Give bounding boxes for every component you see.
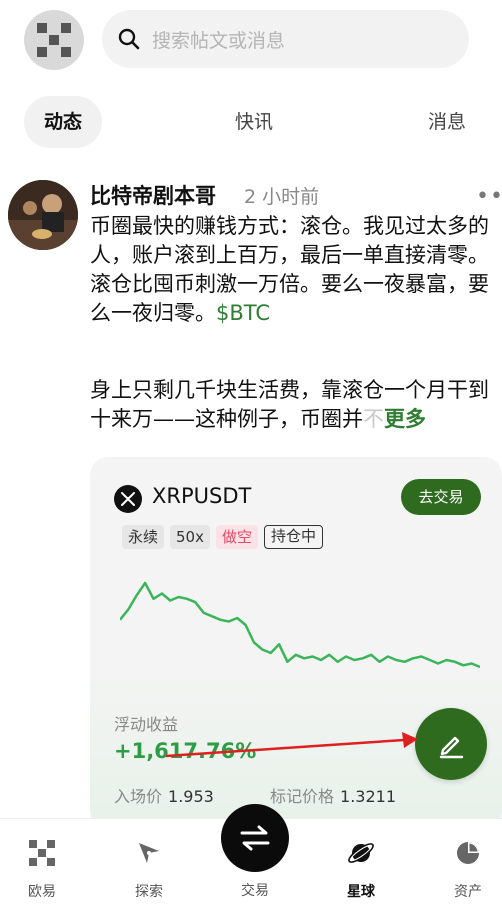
nav-trade-label: 交易	[241, 883, 269, 899]
coin-tag[interactable]: $BTC	[216, 301, 270, 325]
nav-okx[interactable]: 欧易	[2, 819, 82, 906]
post-body-text-2: 身上只剩几千块生活费，靠滚仓一个月干到十来万——这种例子，币圈并	[90, 378, 489, 431]
search-icon	[118, 28, 140, 50]
nav-assets[interactable]: 资产	[428, 819, 502, 906]
pnl-label: 浮动收益	[114, 715, 179, 734]
okx-icon	[29, 840, 55, 866]
nav-assets-label: 资产	[454, 884, 482, 900]
author-photo	[8, 180, 78, 250]
more-options-icon[interactable]: •••	[476, 184, 502, 209]
user-avatar[interactable]	[24, 10, 84, 70]
mark-price-label: 标记价格	[270, 787, 335, 806]
nav-planet[interactable]: 星球	[321, 819, 401, 906]
pnl-value: +1,617.76%	[114, 739, 257, 763]
post-body-paragraph-2: 身上只剩几千块生活费，靠滚仓一个月干到十来万——这种例子，币圈并不更多	[90, 376, 502, 434]
badge-holding: 持仓中	[264, 525, 324, 549]
nav-okx-label: 欧易	[28, 884, 56, 900]
read-more-link[interactable]: 更多	[384, 407, 426, 431]
badge-short: 做空	[215, 525, 258, 549]
price-chart	[120, 581, 480, 669]
okx-logo-icon	[37, 23, 71, 57]
price-line	[120, 581, 480, 669]
trade-center-button[interactable]	[221, 804, 289, 872]
swap-arrows-icon	[240, 825, 270, 851]
go-trade-button[interactable]: 去交易	[401, 479, 481, 515]
tab-news[interactable]: 快讯	[235, 96, 273, 148]
entry-price: 入场价 1.953	[114, 783, 214, 807]
tab-bar: 动态 快讯 消息	[0, 96, 502, 148]
xrp-coin-icon	[114, 485, 142, 513]
author-name[interactable]: 比特帝剧本哥	[90, 180, 216, 210]
post-time: 2 小时前	[244, 186, 320, 208]
pencil-icon	[439, 736, 464, 759]
badge-perpetual: 永续	[122, 525, 165, 549]
entry-price-value: 1.953	[168, 787, 214, 806]
compass-icon	[139, 843, 159, 863]
tab-feed[interactable]: 动态	[24, 96, 102, 148]
mark-price-value: 1.3211	[340, 787, 396, 806]
author-avatar[interactable]	[8, 180, 78, 250]
badge-leverage: 50x	[170, 525, 210, 549]
compose-button[interactable]	[415, 708, 487, 780]
mark-price: 标记价格 1.3211	[270, 783, 396, 807]
search-bar[interactable]: 搜索帖文或消息	[102, 10, 469, 68]
planet-icon	[348, 843, 374, 863]
post-body-text: 币圈最快的赚钱方式：滚仓。我见过太多的人，账户滚到上百万，最后一单直接清零。滚仓…	[90, 214, 489, 325]
tab-messages[interactable]: 消息	[428, 96, 466, 148]
entry-price-label: 入场价	[114, 787, 163, 806]
search-placeholder: 搜索帖文或消息	[152, 29, 286, 52]
post-body-faded: 不	[363, 407, 384, 431]
nav-explore[interactable]: 探索	[109, 819, 189, 906]
position-badges: 永续 50x 做空 持仓中	[122, 525, 324, 549]
header: 搜索帖文或消息	[0, 0, 502, 80]
nav-planet-label: 星球	[347, 884, 375, 900]
post-body: 币圈最快的赚钱方式：滚仓。我见过太多的人，账户滚到上百万，最后一单直接清零。滚仓…	[90, 212, 502, 328]
symbol-name: XRPUSDT	[152, 484, 252, 508]
nav-explore-label: 探索	[135, 884, 163, 900]
pie-chart-icon	[457, 842, 479, 864]
